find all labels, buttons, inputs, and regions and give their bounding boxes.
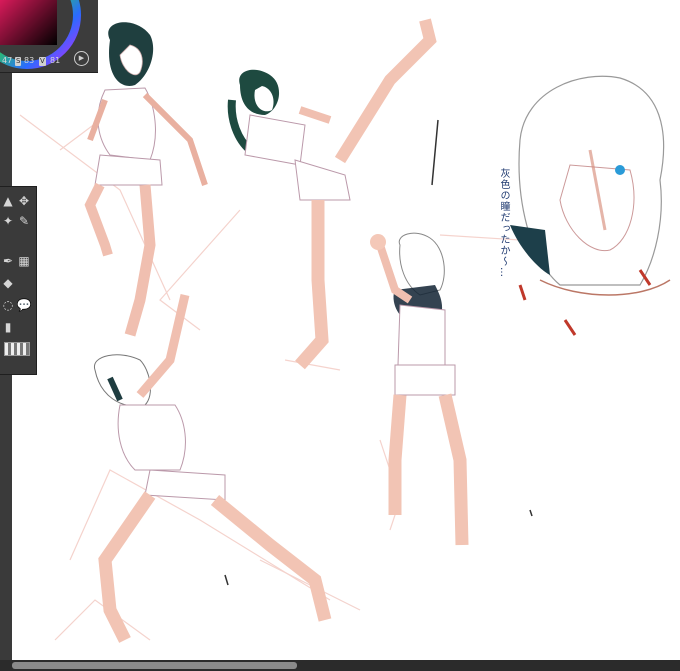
move-icon[interactable]: ✥	[16, 193, 32, 209]
speech-bubble-icon[interactable]: 💬	[16, 297, 32, 313]
lasso-icon[interactable]: ◌	[0, 297, 16, 313]
figure-5-portrait	[510, 75, 671, 336]
drawing-canvas[interactable]: 灰色の瞳だったか～…	[12, 0, 680, 660]
pattern-icon[interactable]: ▦	[16, 253, 32, 269]
ruler-icon[interactable]: ▮	[0, 319, 16, 335]
panel-menu-button[interactable]: ▶	[74, 51, 89, 66]
figure-4-lunging	[94, 293, 332, 643]
horizontal-scrollbar-thumb[interactable]	[12, 662, 297, 669]
sketch-artwork	[19, 18, 671, 643]
small-tool-icon[interactable]: ✦	[0, 213, 16, 229]
fill-icon[interactable]: ◆	[0, 275, 16, 291]
eyedropper-icon[interactable]: ✎	[16, 213, 32, 229]
checker-swatch[interactable]	[4, 342, 30, 356]
s-value: 83	[24, 56, 35, 65]
tool-panel: ▲ ✥ ✦ ✎ ✒ ▦ ◆ ◌ 💬 ▮	[0, 186, 37, 375]
h-value: 47	[2, 56, 13, 65]
figure-3-boxing	[370, 232, 469, 546]
arrow-icon[interactable]: ▲	[0, 193, 16, 209]
v-value: 81	[50, 56, 61, 65]
figure-1-running	[84, 22, 208, 337]
v-tag: V	[39, 57, 46, 66]
s-tag: S	[15, 57, 22, 66]
handwritten-note: 灰色の瞳だったか～…	[498, 168, 509, 278]
color-wheel-panel: 47 S 83 V 81 ▶	[0, 0, 98, 73]
pen-icon[interactable]: ✒	[0, 253, 16, 269]
